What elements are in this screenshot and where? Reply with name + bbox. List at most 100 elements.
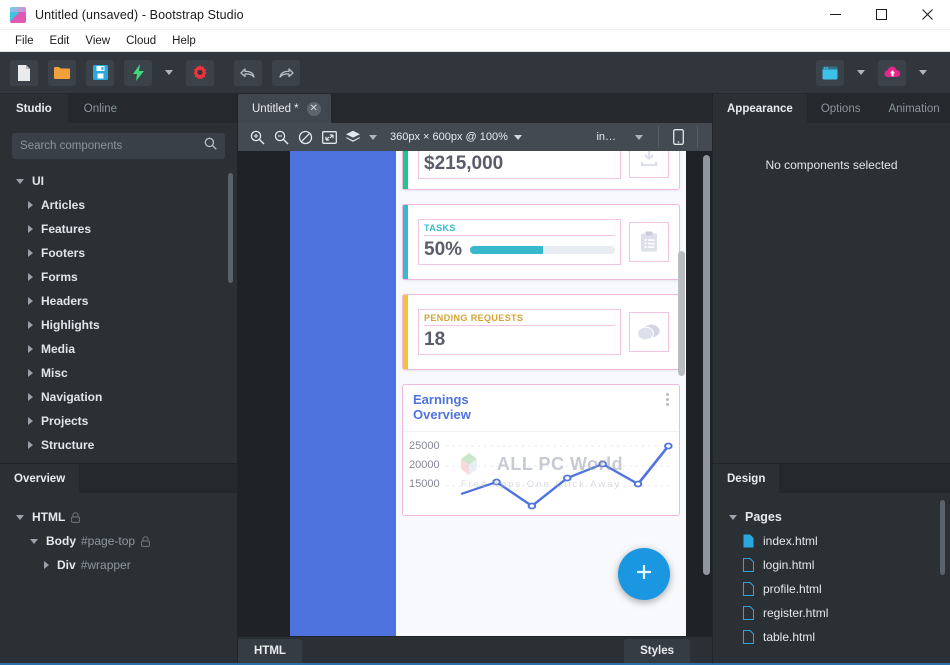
redo-button[interactable] [272,60,300,86]
layers-dropdown-button[interactable] [366,124,380,150]
close-icon[interactable]: ✕ [307,102,321,116]
no-components-message: No components selected [713,123,950,172]
tab-html[interactable]: HTML [238,639,302,663]
export-button[interactable] [816,60,844,86]
tree-item-label: Headers [41,294,88,308]
tree-item-footers[interactable]: Footers [0,241,237,265]
menu-view[interactable]: View [77,31,118,51]
page-icon [743,534,754,548]
canvas-bottom-bar: HTML Styles [238,636,712,663]
add-component-fab[interactable] [618,548,670,600]
canvas-toolbar: 360px × 600px @ 100% in… [238,123,712,151]
preview-inner-scrollbar[interactable] [678,251,685,376]
menu-help[interactable]: Help [164,31,204,51]
close-button[interactable] [904,0,950,30]
design-scrollbar[interactable] [940,500,945,575]
pages-group[interactable]: Pages [713,505,950,529]
tree-item-misc[interactable]: Misc [0,361,237,385]
card-label: TASKS [424,223,615,236]
overview-tree: HTML Body #page-top [0,493,237,663]
preview-card-pending-requests[interactable]: PENDING REQUESTS 18 [402,294,680,370]
download-icon [629,151,669,178]
tree-group-ui[interactable]: UI [0,169,237,193]
overview-node-body[interactable]: Body #page-top [0,529,237,553]
preview-card-earnings[interactable]: $215,000 [402,151,680,190]
search-input[interactable] [20,140,204,152]
cloud-upload-button[interactable] [878,60,906,86]
tab-design[interactable]: Design [713,464,779,493]
preview-chart-card[interactable]: Earnings Overview 25000 20000 15000 [402,384,680,516]
menu-file[interactable]: File [7,31,42,51]
tree-item-structure[interactable]: Structure [0,433,237,457]
tab-studio[interactable]: Studio [0,94,68,123]
tree-item-highlights[interactable]: Highlights [0,313,237,337]
tab-online[interactable]: Online [68,94,133,123]
window-title: Untitled (unsaved) - Bootstrap Studio [35,8,244,22]
canvas-size-selector[interactable]: 360px × 600px @ 100% [390,131,522,143]
preview-sidebar[interactable] [290,151,396,636]
tree-item-articles[interactable]: Articles [0,193,237,217]
cloud-dropdown-button[interactable] [916,60,930,86]
canvas-tab-untitled[interactable]: Untitled * ✕ [238,94,331,123]
save-button[interactable] [86,60,114,86]
overview-node-html[interactable]: HTML [0,505,237,529]
overview-panel: Overview HTML Body #page-top [0,463,237,663]
tab-overview[interactable]: Overview [0,464,79,493]
tab-options[interactable]: Options [807,94,875,123]
search-box[interactable] [12,133,225,159]
page-label: login.html [763,558,814,572]
canvas-viewport[interactable]: $215,000 [238,151,712,636]
preview-card-tasks[interactable]: TASKS 50% [402,204,680,280]
canvas-size-label: 360px × 600px @ 100% [390,131,508,143]
menu-cloud[interactable]: Cloud [118,31,164,51]
maximize-button[interactable] [858,0,904,30]
mobile-phone-icon[interactable] [667,126,689,148]
chevron-right-icon [28,273,33,281]
circle-slash-icon[interactable] [294,126,316,148]
canvas-panel: Untitled * ✕ [238,94,712,663]
vertical-dots-icon[interactable] [666,393,669,406]
tree-item-forms[interactable]: Forms [0,265,237,289]
page-item-table[interactable]: table.html [713,625,950,649]
tree-item-navigation[interactable]: Navigation [0,385,237,409]
tree-item-headers[interactable]: Headers [0,289,237,313]
page-item-index[interactable]: index.html [713,529,950,553]
publish-dropdown-button[interactable] [162,60,176,86]
search-icon [204,137,217,155]
chart-y-axis: 25000 20000 15000 [409,440,446,515]
page-item-login[interactable]: login.html [713,553,950,577]
tree-item-features[interactable]: Features [0,217,237,241]
undo-button[interactable] [234,60,262,86]
unit-dropdown-button[interactable] [632,124,646,150]
page-item-register[interactable]: register.html [713,601,950,625]
components-scrollbar[interactable] [228,173,233,283]
page-label: table.html [763,630,815,644]
card-value: 50% [424,239,462,261]
overview-node-div[interactable]: Div #wrapper [0,553,237,577]
canvas-scrollbar[interactable] [703,155,710,575]
page-item-profile[interactable]: profile.html [713,577,950,601]
open-folder-button[interactable] [48,60,76,86]
y-tick: 20000 [409,459,440,471]
fit-screen-icon[interactable] [318,126,340,148]
minimize-button[interactable] [812,0,858,30]
export-dropdown-button[interactable] [854,60,868,86]
publish-button[interactable] [124,60,152,86]
zoom-in-icon[interactable] [246,126,268,148]
settings-button[interactable] [186,60,214,86]
chevron-right-icon [28,225,33,233]
tree-item-projects[interactable]: Projects [0,409,237,433]
tab-appearance[interactable]: Appearance [713,94,807,123]
tree-item-label: Navigation [41,390,102,404]
tree-item-media[interactable]: Media [0,337,237,361]
layers-icon[interactable] [342,126,364,148]
unit-selector[interactable]: in… [596,131,616,143]
page-label: profile.html [763,582,822,596]
menu-edit[interactable]: Edit [42,31,78,51]
tab-styles[interactable]: Styles [624,639,690,663]
workspace: Studio Online UI Articles [0,94,950,663]
zoom-out-icon[interactable] [270,126,292,148]
tab-animation[interactable]: Animation [874,94,950,123]
new-file-button[interactable] [10,60,38,86]
chart-title-line1: Earnings [413,393,471,408]
